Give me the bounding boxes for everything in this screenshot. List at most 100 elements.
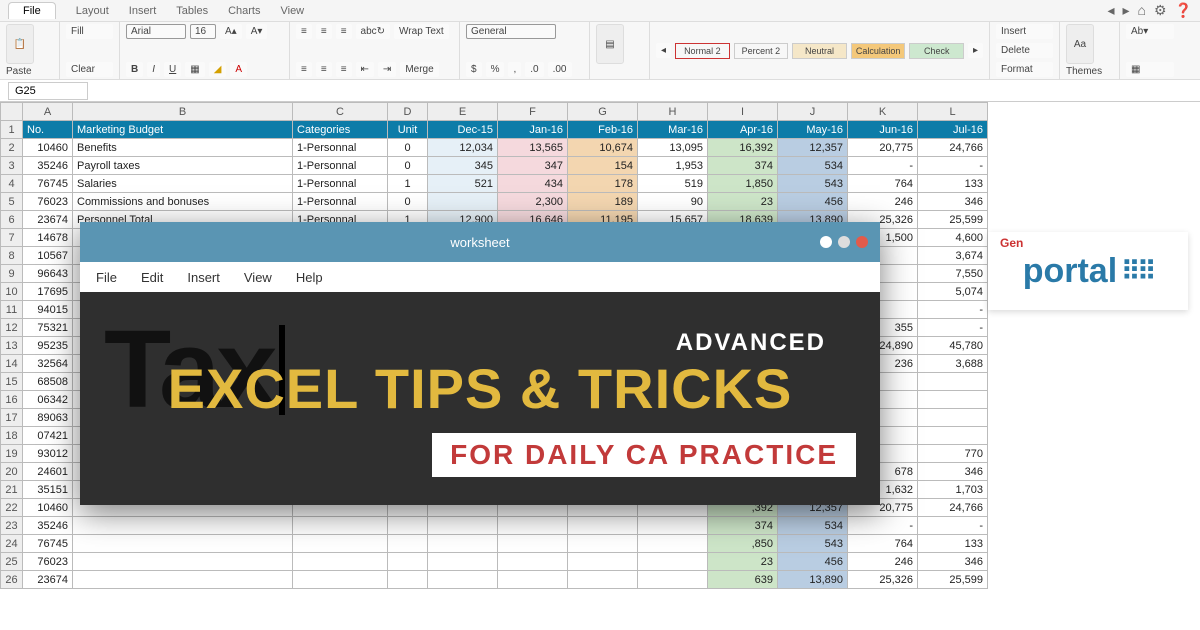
cell[interactable]: 35246 xyxy=(23,517,73,535)
cell[interactable] xyxy=(293,553,388,571)
menu-layout[interactable]: Layout xyxy=(76,5,109,17)
menu-insert[interactable]: Insert xyxy=(129,5,157,17)
cell[interactable] xyxy=(498,571,568,589)
cell[interactable] xyxy=(428,571,498,589)
cell[interactable]: 543 xyxy=(778,175,848,193)
table-header-cell[interactable]: Feb-16 xyxy=(568,121,638,139)
font-color-button[interactable]: A xyxy=(230,62,247,77)
row-header[interactable]: 10 xyxy=(1,283,23,301)
cell[interactable]: 543 xyxy=(778,535,848,553)
orientation-icon[interactable]: abc↻ xyxy=(356,24,391,39)
cell[interactable]: 456 xyxy=(778,553,848,571)
table-header-cell[interactable]: Unit xyxy=(388,121,428,139)
comma-icon[interactable]: , xyxy=(508,62,521,77)
percent-icon[interactable]: % xyxy=(486,62,505,77)
cell[interactable]: 0 xyxy=(388,157,428,175)
bold-button[interactable]: B xyxy=(126,62,143,77)
name-box[interactable] xyxy=(8,82,88,100)
row-header[interactable]: 15 xyxy=(1,373,23,391)
cell[interactable] xyxy=(388,571,428,589)
increase-font-icon[interactable]: A▴ xyxy=(220,24,242,39)
row-header[interactable]: 16 xyxy=(1,391,23,409)
row-header[interactable]: 4 xyxy=(1,175,23,193)
col-header[interactable]: C xyxy=(293,103,388,121)
gear-icon[interactable]: ⚙ xyxy=(1154,2,1167,19)
cell[interactable]: Salaries xyxy=(73,175,293,193)
cell[interactable]: 23 xyxy=(708,553,778,571)
cell[interactable]: 12,357 xyxy=(778,139,848,157)
cell[interactable] xyxy=(568,571,638,589)
col-header[interactable]: I xyxy=(708,103,778,121)
nav-left-icon[interactable]: ◂ xyxy=(1107,2,1114,19)
row-header[interactable]: 7 xyxy=(1,229,23,247)
theme-colors-icon[interactable]: Ab▾ xyxy=(1126,24,1174,39)
table-header-cell[interactable]: Apr-16 xyxy=(708,121,778,139)
menu-tables[interactable]: Tables xyxy=(176,5,208,17)
row-header[interactable]: 5 xyxy=(1,193,23,211)
home-icon[interactable]: ⌂ xyxy=(1138,2,1146,19)
nav-next-icon[interactable]: ▸ xyxy=(968,43,983,58)
decrease-font-icon[interactable]: A▾ xyxy=(246,24,268,39)
cell[interactable]: ,850 xyxy=(708,535,778,553)
cell[interactable]: 23674 xyxy=(23,571,73,589)
cell[interactable]: 35246 xyxy=(23,157,73,175)
align-left-icon[interactable]: ≡ xyxy=(296,62,312,77)
cell[interactable]: 346 xyxy=(918,553,988,571)
cell[interactable]: 374 xyxy=(708,157,778,175)
win-menu-insert[interactable]: Insert xyxy=(187,270,220,285)
conditional-formatting-button[interactable]: ▤ xyxy=(596,24,624,64)
cell[interactable]: 14678 xyxy=(23,229,73,247)
table-header-cell[interactable]: Jul-16 xyxy=(918,121,988,139)
cell[interactable]: 0 xyxy=(388,193,428,211)
cell[interactable]: 13,095 xyxy=(638,139,708,157)
cell[interactable]: 94015 xyxy=(23,301,73,319)
indent-inc-icon[interactable]: ⇥ xyxy=(378,62,396,77)
align-mid-icon[interactable]: ≡ xyxy=(316,24,332,39)
cell[interactable]: - xyxy=(848,157,918,175)
file-tab[interactable]: File xyxy=(8,2,56,19)
row-header[interactable]: 19 xyxy=(1,445,23,463)
cell[interactable] xyxy=(498,517,568,535)
col-header[interactable]: J xyxy=(778,103,848,121)
row-header[interactable]: 25 xyxy=(1,553,23,571)
cell[interactable] xyxy=(73,517,293,535)
row-header[interactable]: 18 xyxy=(1,427,23,445)
cell[interactable] xyxy=(73,553,293,571)
win-menu-view[interactable]: View xyxy=(244,270,272,285)
cell[interactable]: 456 xyxy=(778,193,848,211)
cell[interactable] xyxy=(388,517,428,535)
cell[interactable]: 1-Personnal xyxy=(293,193,388,211)
col-header[interactable]: G xyxy=(568,103,638,121)
col-header[interactable]: L xyxy=(918,103,988,121)
indent-dec-icon[interactable]: ⇤ xyxy=(356,62,374,77)
cell[interactable]: 96643 xyxy=(23,265,73,283)
fill-button[interactable]: Fill xyxy=(66,24,113,39)
col-header[interactable]: H xyxy=(638,103,708,121)
cell[interactable]: 246 xyxy=(848,553,918,571)
table-header-cell[interactable]: Marketing Budget xyxy=(73,121,293,139)
minimize-icon[interactable] xyxy=(820,236,832,248)
dec-dec-icon[interactable]: .00 xyxy=(548,62,572,77)
cell[interactable]: 89063 xyxy=(23,409,73,427)
border-button[interactable]: ▦ xyxy=(185,62,204,77)
win-menu-file[interactable]: File xyxy=(96,270,117,285)
table-header-cell[interactable]: No. xyxy=(23,121,73,139)
cell[interactable]: 1 xyxy=(388,175,428,193)
paste-button[interactable]: 📋 xyxy=(6,24,34,64)
col-header[interactable]: B xyxy=(73,103,293,121)
close-icon[interactable] xyxy=(856,236,868,248)
cell[interactable]: 95235 xyxy=(23,337,73,355)
cell[interactable]: 764 xyxy=(848,175,918,193)
cell[interactable]: 76745 xyxy=(23,175,73,193)
cell[interactable]: Commissions and bonuses xyxy=(73,193,293,211)
cell[interactable]: 93012 xyxy=(23,445,73,463)
cell[interactable]: 1-Personnal xyxy=(293,157,388,175)
clear-button[interactable]: Clear xyxy=(66,62,113,77)
cell[interactable]: 534 xyxy=(778,157,848,175)
cell[interactable] xyxy=(388,535,428,553)
cell[interactable]: 24601 xyxy=(23,463,73,481)
cell[interactable]: 1-Personnal xyxy=(293,175,388,193)
cell[interactable]: 35151 xyxy=(23,481,73,499)
cell[interactable]: 374 xyxy=(708,517,778,535)
cell[interactable]: 23 xyxy=(708,193,778,211)
